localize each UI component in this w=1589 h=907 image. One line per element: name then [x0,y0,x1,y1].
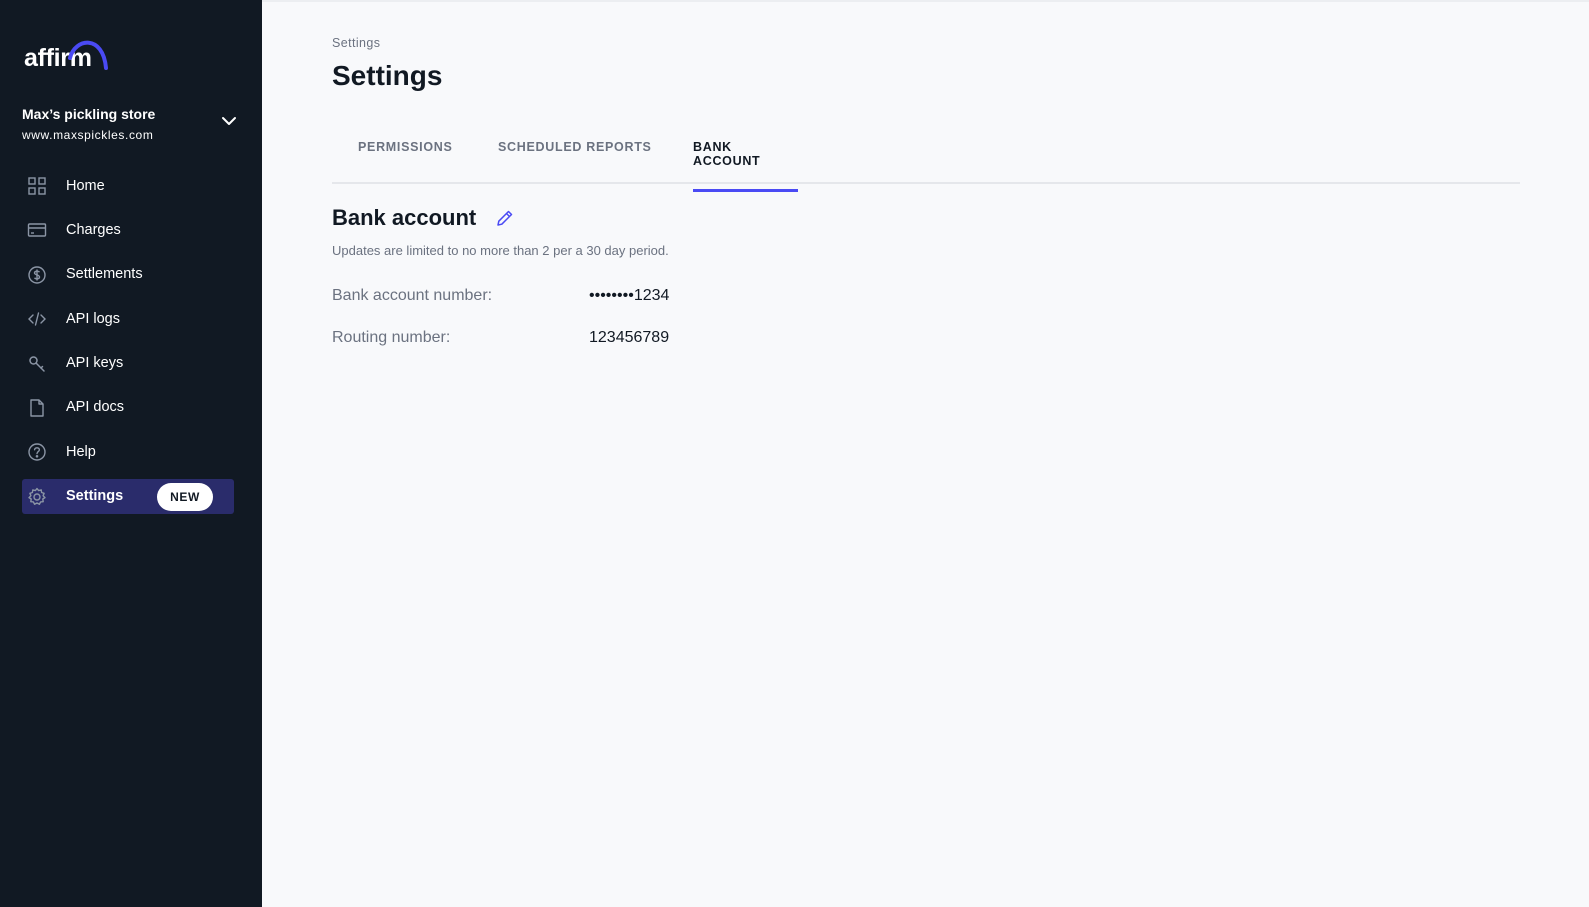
update-limit-note: Updates are limited to no more than 2 pe… [332,243,669,258]
logo-arc-icon [68,40,108,70]
sidebar-item-api-logs[interactable]: API logs [22,301,234,336]
code-icon [27,309,47,329]
dollar-circle-icon [27,265,47,285]
sidebar-item-help[interactable]: Help [22,434,234,469]
section-title: Bank account [332,205,477,230]
new-badge: NEW [157,482,213,511]
sidebar-item-api-keys[interactable]: API keys [22,346,234,381]
sidebar-item-label: Charges [66,221,121,238]
tab-permissions[interactable]: PERMISSIONS [358,140,453,175]
help-circle-icon [27,442,47,462]
routing-number-value: 123456789 [589,329,670,346]
sidebar-nav: Home Charges Settlements API logs API ke… [22,168,234,523]
breadcrumb[interactable]: Settings [332,36,380,50]
edit-bank-account-button[interactable] [494,207,516,229]
sidebar-item-label: API docs [66,399,125,416]
sidebar-item-api-docs[interactable]: API docs [22,390,234,425]
sidebar-item-settings[interactable]: Settings NEW [22,478,234,514]
page-title: Settings [332,60,443,91]
routing-number-label: Routing number: [332,329,451,346]
sidebar-item-label: API keys [66,355,124,372]
store-name: Max’s pickling store [22,106,156,122]
sidebar-item-label: Help [66,443,96,460]
sidebar-item-label: Settings [66,488,124,505]
account-number-value: ••••••••1234 [589,287,670,304]
settings-tabs: PERMISSIONS SCHEDULED REPORTS BANK ACCOU… [332,122,1520,192]
account-number-label: Bank account number: [332,287,493,304]
grid-icon [27,176,47,196]
sidebar: affirm Max’s pickling store www.maxspick… [0,0,262,907]
sidebar-item-label: Settlements [66,266,143,283]
gear-icon [27,487,47,507]
tab-bank-account[interactable]: BANK ACCOUNT [693,140,798,192]
sidebar-item-settlements[interactable]: Settlements [22,257,234,292]
sidebar-item-charges[interactable]: Charges [22,212,234,247]
card-icon [27,220,47,240]
store-url: www.maxspickles.com [22,128,154,142]
main-content: Settings Settings PERMISSIONS SCHEDULED … [262,0,1589,907]
tab-scheduled-reports[interactable]: SCHEDULED REPORTS [498,140,652,175]
key-icon [27,354,47,374]
pencil-icon [497,210,513,226]
store-switcher[interactable]: Max’s pickling store www.maxspickles.com [22,106,242,146]
document-icon [27,398,47,418]
sidebar-item-label: Home [66,177,105,194]
chevron-down-icon [222,117,236,125]
sidebar-item-home[interactable]: Home [22,168,234,203]
sidebar-item-label: API logs [66,310,120,327]
